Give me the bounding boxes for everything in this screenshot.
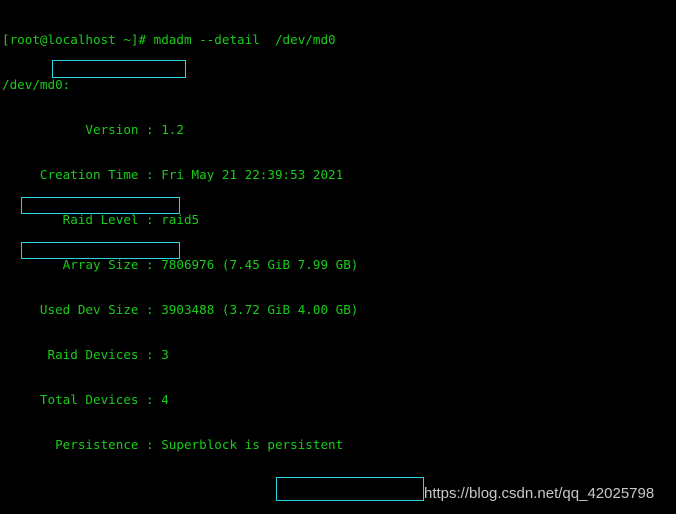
terminal-line-version: Version : 1.2 xyxy=(2,122,184,137)
terminal-line-raid-devices: Raid Devices : 3 xyxy=(2,347,169,362)
terminal-line-device: /dev/md0: xyxy=(2,77,71,92)
terminal-line-used-dev-size: Used Dev Size : 3903488 (3.72 GiB 4.00 G… xyxy=(2,302,359,317)
terminal-line-array-size: Array Size : 7806976 (7.45 GiB 7.99 GB) xyxy=(2,257,359,272)
terminal-line-command: [root@localhost ~]# mdadm --detail /dev/… xyxy=(2,32,336,47)
terminal-line-raid-level: Raid Level : raid5 xyxy=(2,212,200,227)
watermark-text: https://blog.csdn.net/qq_42025798 xyxy=(424,485,655,502)
terminal-output: [root@localhost ~]# mdadm --detail /dev/… xyxy=(2,2,631,514)
terminal-line-persistence: Persistence : Superblock is persistent xyxy=(2,437,344,452)
terminal-window[interactable]: [root@localhost ~]# mdadm --detail /dev/… xyxy=(0,0,676,514)
terminal-line-creation-time: Creation Time : Fri May 21 22:39:53 2021 xyxy=(2,167,344,182)
terminal-line-total-devices: Total Devices : 4 xyxy=(2,392,169,407)
